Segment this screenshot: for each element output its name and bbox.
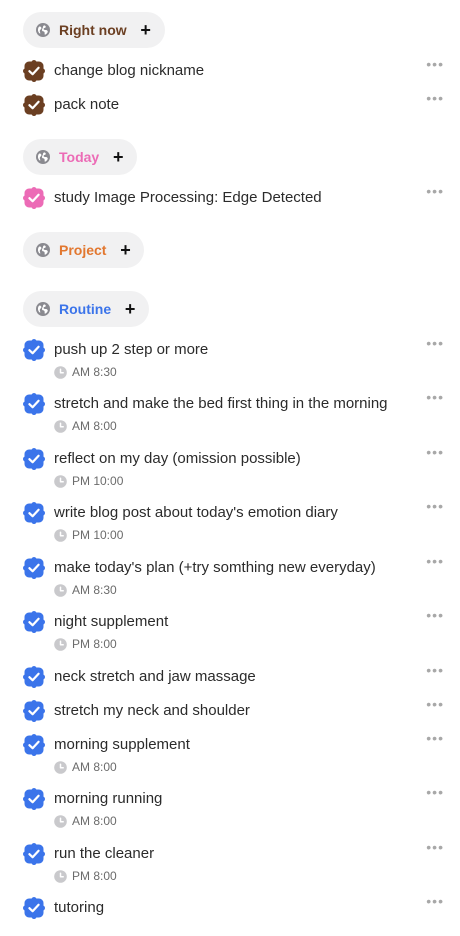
more-options-icon[interactable]: ••• — [426, 389, 444, 405]
checked-checkbox-icon[interactable] — [23, 666, 45, 688]
add-task-button[interactable]: + — [137, 21, 155, 39]
task-time-text: AM 8:00 — [72, 760, 117, 774]
checked-checkbox-icon[interactable] — [23, 700, 45, 722]
section-title-today: Today — [59, 149, 100, 165]
checked-checkbox-icon[interactable] — [23, 94, 45, 116]
task-title: make today's plan (+try somthing new eve… — [54, 559, 376, 576]
more-options-icon[interactable]: ••• — [426, 553, 444, 569]
section-title-project: Project — [59, 242, 107, 258]
task-time: AM 8:30 — [54, 583, 117, 597]
task-title: run the cleaner — [54, 845, 155, 862]
section-title-routine: Routine — [59, 301, 112, 317]
checked-checkbox-icon[interactable] — [23, 557, 45, 579]
more-options-icon[interactable]: ••• — [426, 696, 444, 712]
task-title: pack note — [54, 96, 120, 113]
more-options-icon[interactable]: ••• — [426, 56, 444, 72]
task-time-text: AM 8:30 — [72, 365, 117, 379]
more-options-icon[interactable]: ••• — [426, 662, 444, 678]
checked-checkbox-icon[interactable] — [23, 502, 45, 524]
checked-checkbox-icon[interactable] — [23, 611, 45, 633]
clock-icon — [54, 584, 67, 597]
task-title: stretch and make the bed first thing in … — [54, 395, 388, 412]
task-time: PM 10:00 — [54, 474, 123, 488]
task-time-text: AM 8:00 — [72, 419, 117, 433]
task-time-text: AM 8:30 — [72, 583, 117, 597]
clock-icon — [54, 638, 67, 651]
more-options-icon[interactable]: ••• — [426, 335, 444, 351]
task-title: write blog post about today's emotion di… — [54, 504, 338, 521]
more-options-icon[interactable]: ••• — [426, 444, 444, 460]
more-options-icon[interactable]: ••• — [426, 730, 444, 746]
task-title: change blog nickname — [54, 62, 205, 79]
more-options-icon[interactable]: ••• — [426, 607, 444, 623]
task-time: PM 8:00 — [54, 869, 117, 883]
more-options-icon[interactable]: ••• — [426, 784, 444, 800]
task-title: stretch my neck and shoulder — [54, 702, 250, 719]
task-title: morning supplement — [54, 736, 190, 753]
task-title: neck stretch and jaw massage — [54, 668, 256, 685]
add-task-button[interactable]: + — [116, 241, 134, 259]
task-time: AM 8:00 — [54, 419, 117, 433]
task-time-text: AM 8:00 — [72, 814, 117, 828]
checked-checkbox-icon[interactable] — [23, 393, 45, 415]
checked-checkbox-icon[interactable] — [23, 788, 45, 810]
checked-checkbox-icon[interactable] — [23, 448, 45, 470]
clock-icon — [54, 420, 67, 433]
more-options-icon[interactable]: ••• — [426, 839, 444, 855]
more-options-icon[interactable]: ••• — [426, 893, 444, 909]
globe-icon — [35, 242, 51, 258]
task-time-text: PM 8:00 — [72, 869, 117, 883]
globe-icon — [35, 149, 51, 165]
task-time: PM 8:00 — [54, 637, 117, 651]
clock-icon — [54, 815, 67, 828]
task-title: push up 2 step or more — [54, 341, 209, 358]
globe-icon — [35, 22, 51, 38]
task-title: tutoring — [54, 899, 105, 916]
task-title: night supplement — [54, 613, 169, 630]
checked-checkbox-icon[interactable] — [23, 734, 45, 756]
task-time-text: PM 10:00 — [72, 474, 124, 488]
clock-icon — [54, 870, 67, 883]
task-title: reflect on my day (omission possible) — [54, 450, 301, 467]
task-time: PM 10:00 — [54, 528, 123, 542]
more-options-icon[interactable]: ••• — [426, 498, 444, 514]
checked-checkbox-icon[interactable] — [23, 60, 45, 82]
clock-icon — [54, 529, 67, 542]
task-time: AM 8:00 — [54, 760, 117, 774]
section-header-routine[interactable]: Routine + — [23, 291, 150, 327]
clock-icon — [54, 366, 67, 379]
checked-checkbox-icon[interactable] — [23, 843, 45, 865]
checked-checkbox-icon[interactable] — [23, 897, 45, 919]
add-task-button[interactable]: + — [109, 148, 127, 166]
section-header-today[interactable]: Today + — [23, 139, 138, 175]
add-task-button[interactable]: + — [121, 300, 139, 318]
task-title: study Image Processing: Edge Detected — [54, 189, 322, 206]
more-options-icon[interactable]: ••• — [426, 183, 444, 199]
section-title-right-now: Right now — [59, 22, 127, 38]
task-time-text: PM 10:00 — [72, 528, 124, 542]
checked-checkbox-icon[interactable] — [23, 339, 45, 361]
task-title: morning running — [54, 790, 163, 807]
section-header-project[interactable]: Project + — [23, 232, 145, 268]
globe-icon — [35, 301, 51, 317]
more-options-icon[interactable]: ••• — [426, 90, 444, 106]
task-time: AM 8:30 — [54, 365, 117, 379]
clock-icon — [54, 761, 67, 774]
checked-checkbox-icon[interactable] — [23, 187, 45, 209]
clock-icon — [54, 475, 67, 488]
section-header-right-now[interactable]: Right now + — [23, 12, 165, 48]
task-time: AM 8:00 — [54, 814, 117, 828]
task-time-text: PM 8:00 — [72, 637, 117, 651]
